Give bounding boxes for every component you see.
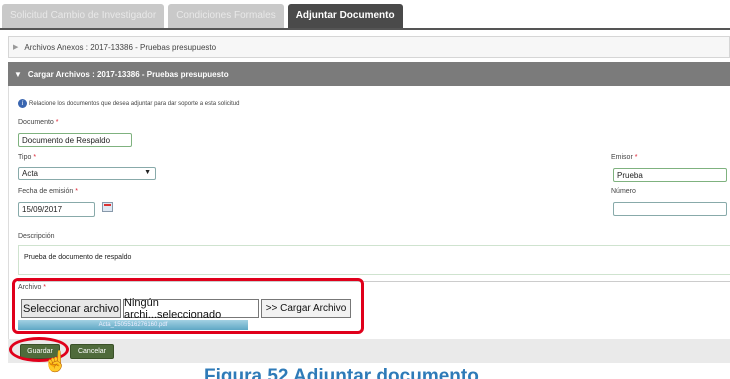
- collapse-arrow-icon: ▼: [14, 69, 22, 79]
- highlight-frame: [12, 278, 364, 334]
- pointer-hand-icon: ☝: [43, 351, 68, 373]
- tipo-label: Tipo *: [18, 154, 37, 161]
- fecha-label: Fecha de emisión *: [18, 188, 78, 195]
- documento-label: Documento *: [18, 119, 59, 126]
- annex-section-title: Archivos Anexos : 2017-13386 - Pruebas p…: [24, 42, 217, 52]
- figure-caption: Figura 52 Adjuntar documento: [204, 366, 479, 379]
- annex-section-header[interactable]: ▶ Archivos Anexos : 2017-13386 - Pruebas…: [8, 36, 730, 58]
- expand-arrow-icon: ▶: [13, 44, 19, 51]
- footer-bar: [8, 339, 730, 363]
- emisor-label: Emisor *: [611, 154, 638, 161]
- documento-input[interactable]: Documento de Respaldo: [18, 133, 132, 147]
- fecha-input[interactable]: 15/09/2017: [18, 202, 95, 217]
- cancel-button[interactable]: Cancelar: [70, 344, 114, 359]
- descripcion-label: Descripción: [18, 233, 55, 240]
- tab-adjuntar-documento[interactable]: Adjuntar Documento: [287, 4, 403, 28]
- emisor-input[interactable]: Prueba: [613, 168, 727, 182]
- calendar-icon[interactable]: [102, 202, 113, 212]
- chevron-down-icon: ▼: [144, 169, 151, 176]
- tab-condiciones-formales[interactable]: Condiciones Formales: [168, 4, 284, 28]
- numero-label: Número: [611, 188, 636, 195]
- upload-section-title: Cargar Archivos : 2017-13386 - Pruebas p…: [27, 69, 229, 79]
- tab-solicitud-cambio[interactable]: Solicitud Cambio de Investigador: [2, 4, 165, 28]
- info-icon: i: [18, 99, 27, 108]
- numero-input[interactable]: [613, 202, 727, 216]
- descripcion-value: Prueba de documento de respaldo: [24, 254, 132, 261]
- info-text: Relacione los documentos que desea adjun…: [29, 100, 240, 107]
- tipo-select[interactable]: Acta ▼: [18, 167, 156, 180]
- upload-section-header[interactable]: ▼ Cargar Archivos : 2017-13386 - Pruebas…: [8, 62, 730, 86]
- tab-bar: Solicitud Cambio de Investigador Condici…: [2, 4, 403, 28]
- tab-divider: [0, 28, 730, 30]
- info-message: i Relacione los documentos que desea adj…: [18, 99, 239, 108]
